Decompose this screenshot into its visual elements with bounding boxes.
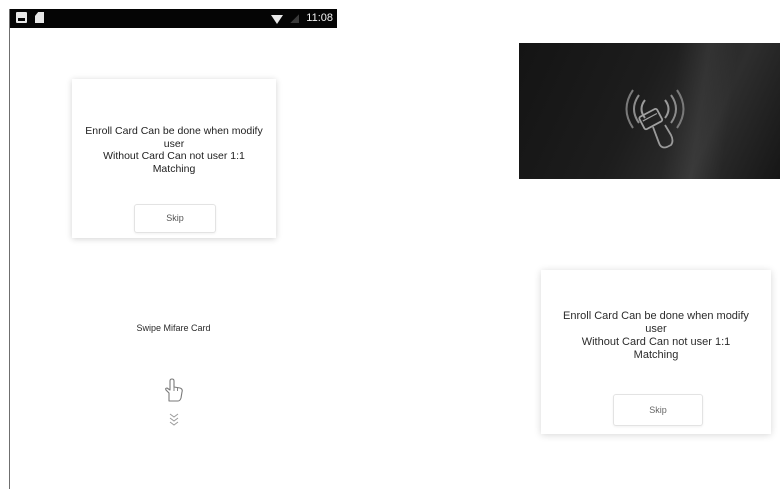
dialog-message-line: user: [645, 323, 667, 335]
swipe-instruction: Swipe Mifare Card: [136, 323, 211, 333]
chevrons-down-icon: [169, 413, 179, 426]
status-bar: 11:08: [10, 9, 337, 28]
wifi-icon: [271, 14, 284, 24]
status-left-icons: [16, 12, 44, 23]
dialog-message-line: Enroll Card Can be done when modify: [85, 125, 263, 137]
dialog-message-line: Without Card Can not user 1:1: [581, 336, 731, 348]
dialog-message-line: Matching: [152, 162, 196, 175]
enroll-card-dialog: Enroll Card Can be done when modify user…: [72, 79, 276, 238]
skip-button[interactable]: Skip: [613, 394, 703, 426]
status-time: 11:08: [306, 12, 333, 24]
skip-button[interactable]: Skip: [134, 204, 216, 233]
dialog-message-line: Without Card Can not user 1:1: [103, 150, 245, 162]
enroll-card-dialog-zoomed: Enroll Card Can be done when modify user…: [541, 270, 771, 434]
dialog-message: Enroll Card Can be done when modify user…: [541, 310, 771, 362]
device-screen: 11:08 Enroll Card Can be done when modif…: [9, 9, 337, 489]
dialog-message-line: Enroll Card Can be done when modify: [563, 310, 749, 322]
sd-card-icon: [35, 12, 44, 23]
pointing-hand-icon: [165, 378, 183, 402]
signal-icon: [290, 14, 300, 23]
card-reader-photo: [519, 43, 780, 179]
image-icon: [16, 12, 27, 23]
dialog-message-line: Matching: [633, 349, 679, 361]
nfc-card-icon: [625, 89, 685, 149]
dialog-message-line: user: [163, 137, 185, 150]
page: 11:08 Enroll Card Can be done when modif…: [0, 0, 780, 489]
dialog-message: Enroll Card Can be done when modify user…: [72, 125, 276, 175]
status-right-group: 11:08: [271, 11, 333, 26]
